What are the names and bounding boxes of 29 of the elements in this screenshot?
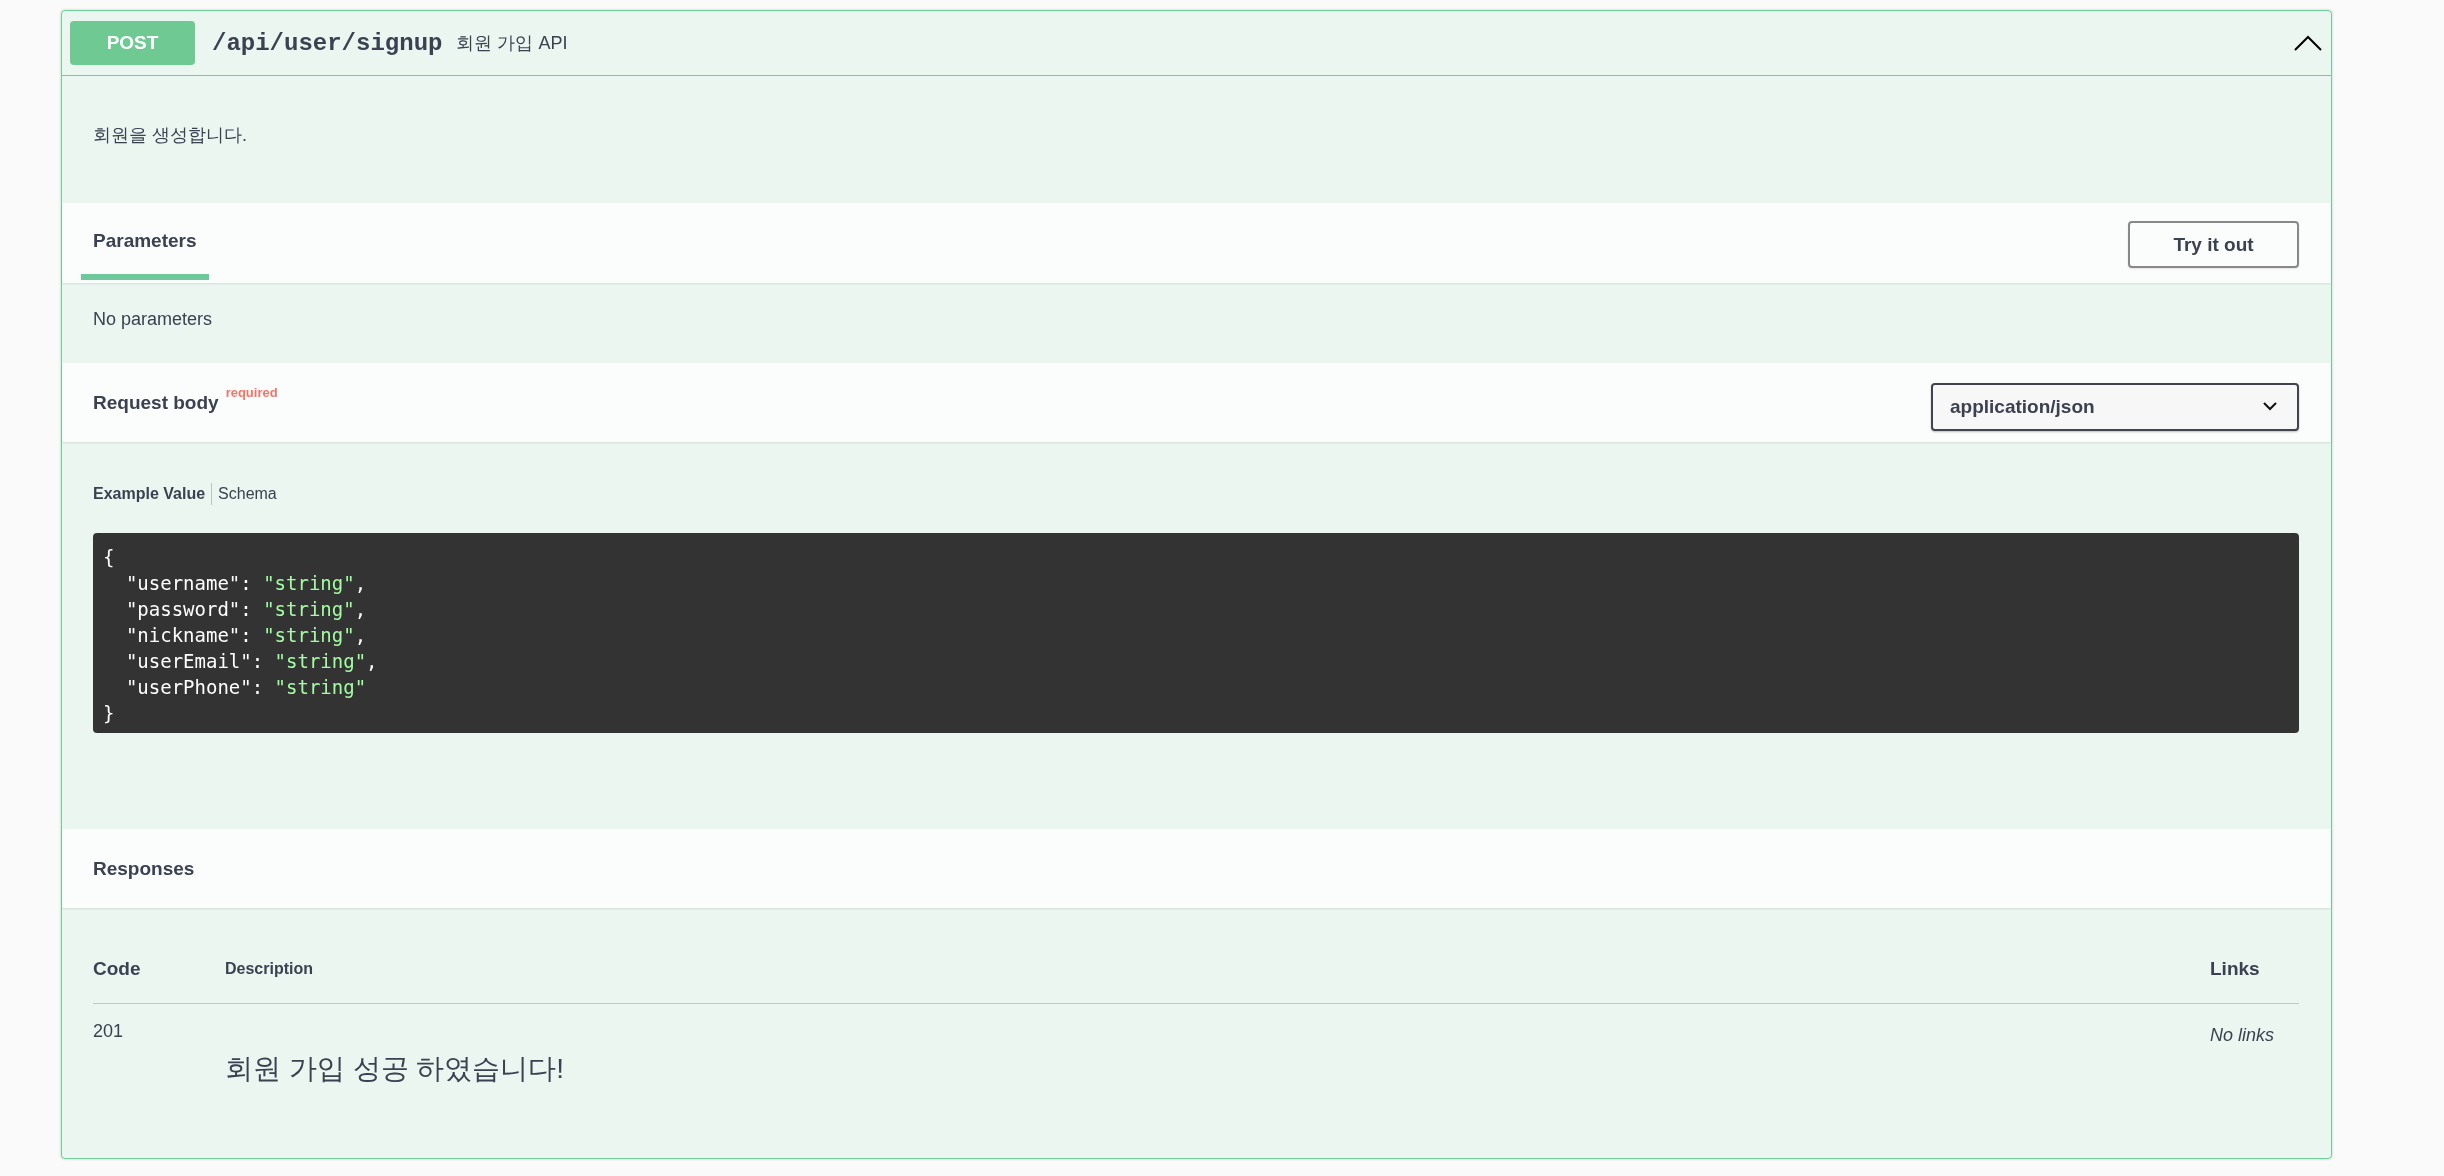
endpoint-summary: 회원 가입 API: [456, 32, 568, 55]
operation-header[interactable]: POST /api/user/signup 회원 가입 API: [62, 11, 2331, 76]
code-line: {: [103, 545, 115, 570]
example-tab[interactable]: Example Value: [93, 485, 206, 503]
no-parameters-text: No parameters: [93, 308, 213, 330]
content-type-select[interactable]: application/json: [1931, 382, 2299, 431]
code-line: "username": "string",: [124, 571, 367, 596]
column-header: Code: [93, 957, 141, 981]
code-line: "nickname": "string",: [124, 623, 367, 648]
column-header: Description: [225, 959, 313, 979]
code-line: "userPhone": "string": [124, 675, 367, 700]
try-it-out-button[interactable]: Try it out: [2128, 221, 2299, 268]
code-line: "userEmail": "string",: [124, 649, 378, 674]
code-line: }: [103, 701, 115, 726]
method-badge: POST: [70, 21, 195, 65]
required-label: required: [225, 384, 278, 400]
endpoint-path: /api/user/signup: [212, 29, 443, 57]
example-tab[interactable]: Schema: [218, 485, 277, 503]
description-text: 회원을 생성합니다.: [93, 123, 247, 147]
response-description: 회원 가입 성공 하였습니다!: [225, 1053, 565, 1084]
response-code: 201: [93, 1021, 124, 1041]
caret-icon: [2263, 402, 2277, 411]
section-title: Responses: [93, 856, 195, 881]
column-header: Links: [2210, 957, 2260, 981]
chevron-up-icon[interactable]: [2294, 35, 2322, 51]
parameters-tab[interactable]: Parameters: [81, 203, 209, 280]
code-line: "password": "string",: [124, 597, 367, 622]
section-title: Request body: [93, 390, 219, 415]
response-links: No links: [2210, 1025, 2275, 1045]
